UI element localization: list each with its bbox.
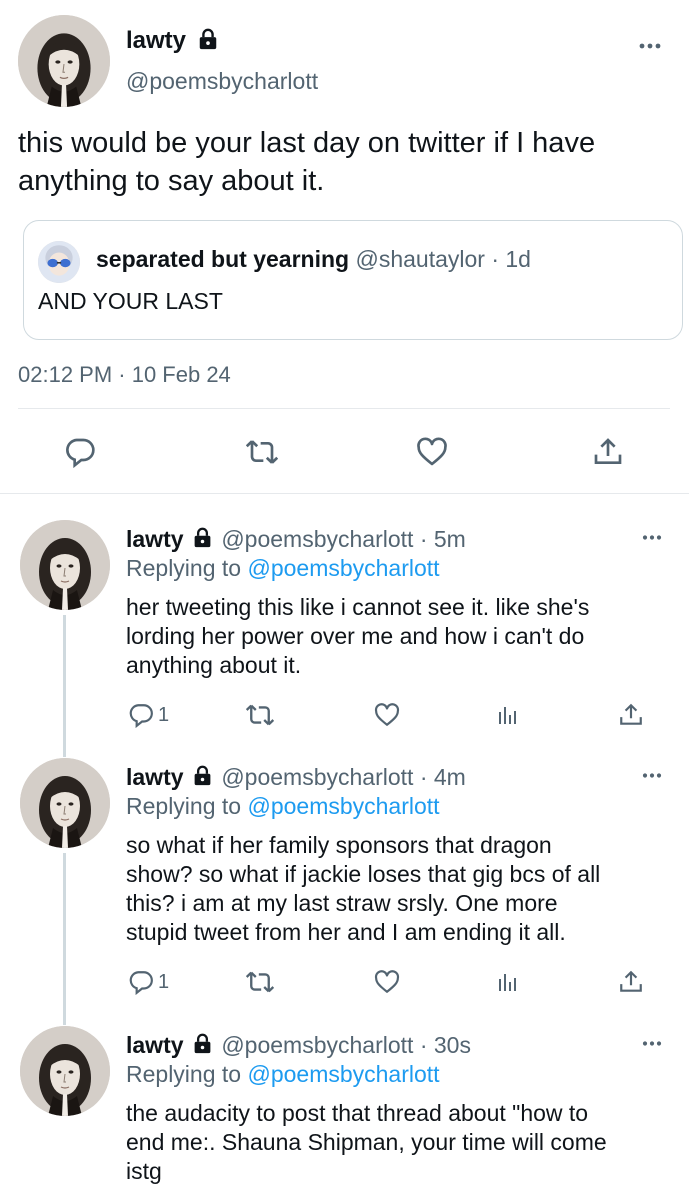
tweet-text-line: anything about it. [126,652,302,678]
handle[interactable]: @poemsbycharlott [221,1032,413,1058]
retweet-icon[interactable] [246,436,278,468]
lock-icon [192,1033,213,1054]
tweet-text-line: anything to say about it. [18,165,325,197]
tweet-text-line: istg [126,1158,162,1184]
tweet-text-line: this would be your last day on twitter i… [18,127,596,159]
replying-to-label: Replying to [126,793,242,819]
like-icon[interactable] [374,969,400,995]
avatar [38,241,80,283]
avatar[interactable] [20,758,110,848]
reply-count: 1 [158,971,170,993]
avatar[interactable] [20,1026,110,1116]
timestamp[interactable]: 02:12 PM · 10 Feb 24 [18,361,231,389]
reply-icon[interactable] [64,436,96,468]
more-icon[interactable] [641,1040,663,1047]
display-name[interactable]: lawty [126,526,184,552]
handle[interactable]: @poemsbycharlott [221,526,413,552]
handle[interactable]: @poemsbycharlott [126,67,318,95]
tweet-text-line: this? i am at my last straw srsly. One m… [126,890,558,916]
lock-icon [192,527,213,548]
divider [0,493,689,494]
divider [18,408,670,409]
retweet-icon[interactable] [246,701,274,729]
analytics-icon[interactable] [495,703,519,727]
tweet-text-line: so what if her family sponsors that drag… [126,832,552,858]
tweet-time[interactable]: · 30s [420,1032,471,1058]
tweet-text-line: her tweeting this like i cannot see it. … [126,594,590,620]
replying-to-link[interactable]: @poemsbycharlott [247,555,439,581]
tweet-text-line: stupid tweet from her and I am ending it… [126,919,566,945]
handle[interactable]: @poemsbycharlott [221,764,413,790]
lock-icon [192,765,213,786]
quote-handle: @shautaylor [355,246,485,272]
retweet-icon[interactable] [246,968,274,996]
quote-tweet-card[interactable]: separated but yearning @shautaylor · 1d … [23,220,683,340]
reply-icon[interactable] [128,702,154,728]
thread-line [63,615,66,757]
share-icon[interactable] [618,969,644,995]
avatar[interactable] [20,520,110,610]
quote-time: · 1d [491,246,531,272]
tweet-text-line: the audacity to post that thread about "… [126,1100,589,1126]
display-name[interactable]: lawty [126,764,184,790]
more-icon[interactable] [638,42,662,50]
reply-icon[interactable] [128,969,154,995]
replying-to-label: Replying to [126,1061,242,1087]
reply-count: 1 [158,704,170,726]
like-icon[interactable] [416,436,448,468]
more-icon[interactable] [641,772,663,779]
analytics-icon[interactable] [495,970,519,994]
replying-to-link[interactable]: @poemsbycharlott [247,793,439,819]
share-icon[interactable] [618,702,644,728]
avatar[interactable] [18,15,110,107]
like-icon[interactable] [374,702,400,728]
quote-display-name: separated but yearning [96,246,350,272]
quote-text: AND YOUR LAST [38,288,223,314]
tweet-time[interactable]: · 4m [420,764,466,790]
tweet-text-line: end me:. Shauna Shipman, your time will … [126,1129,607,1155]
display-name[interactable]: lawty [126,27,186,54]
display-name[interactable]: lawty [126,1032,184,1058]
thread-line [63,853,66,1025]
replying-to-label: Replying to [126,555,242,581]
more-icon[interactable] [641,534,663,541]
tweet-text-line: show? so what if jackie loses that gig b… [126,861,601,887]
replying-to-link[interactable]: @poemsbycharlott [247,1061,439,1087]
tweet-time[interactable]: · 5m [420,526,466,552]
lock-icon [197,28,219,50]
share-icon[interactable] [592,436,624,468]
tweet-text-line: lording her power over me and how i can'… [126,623,585,649]
